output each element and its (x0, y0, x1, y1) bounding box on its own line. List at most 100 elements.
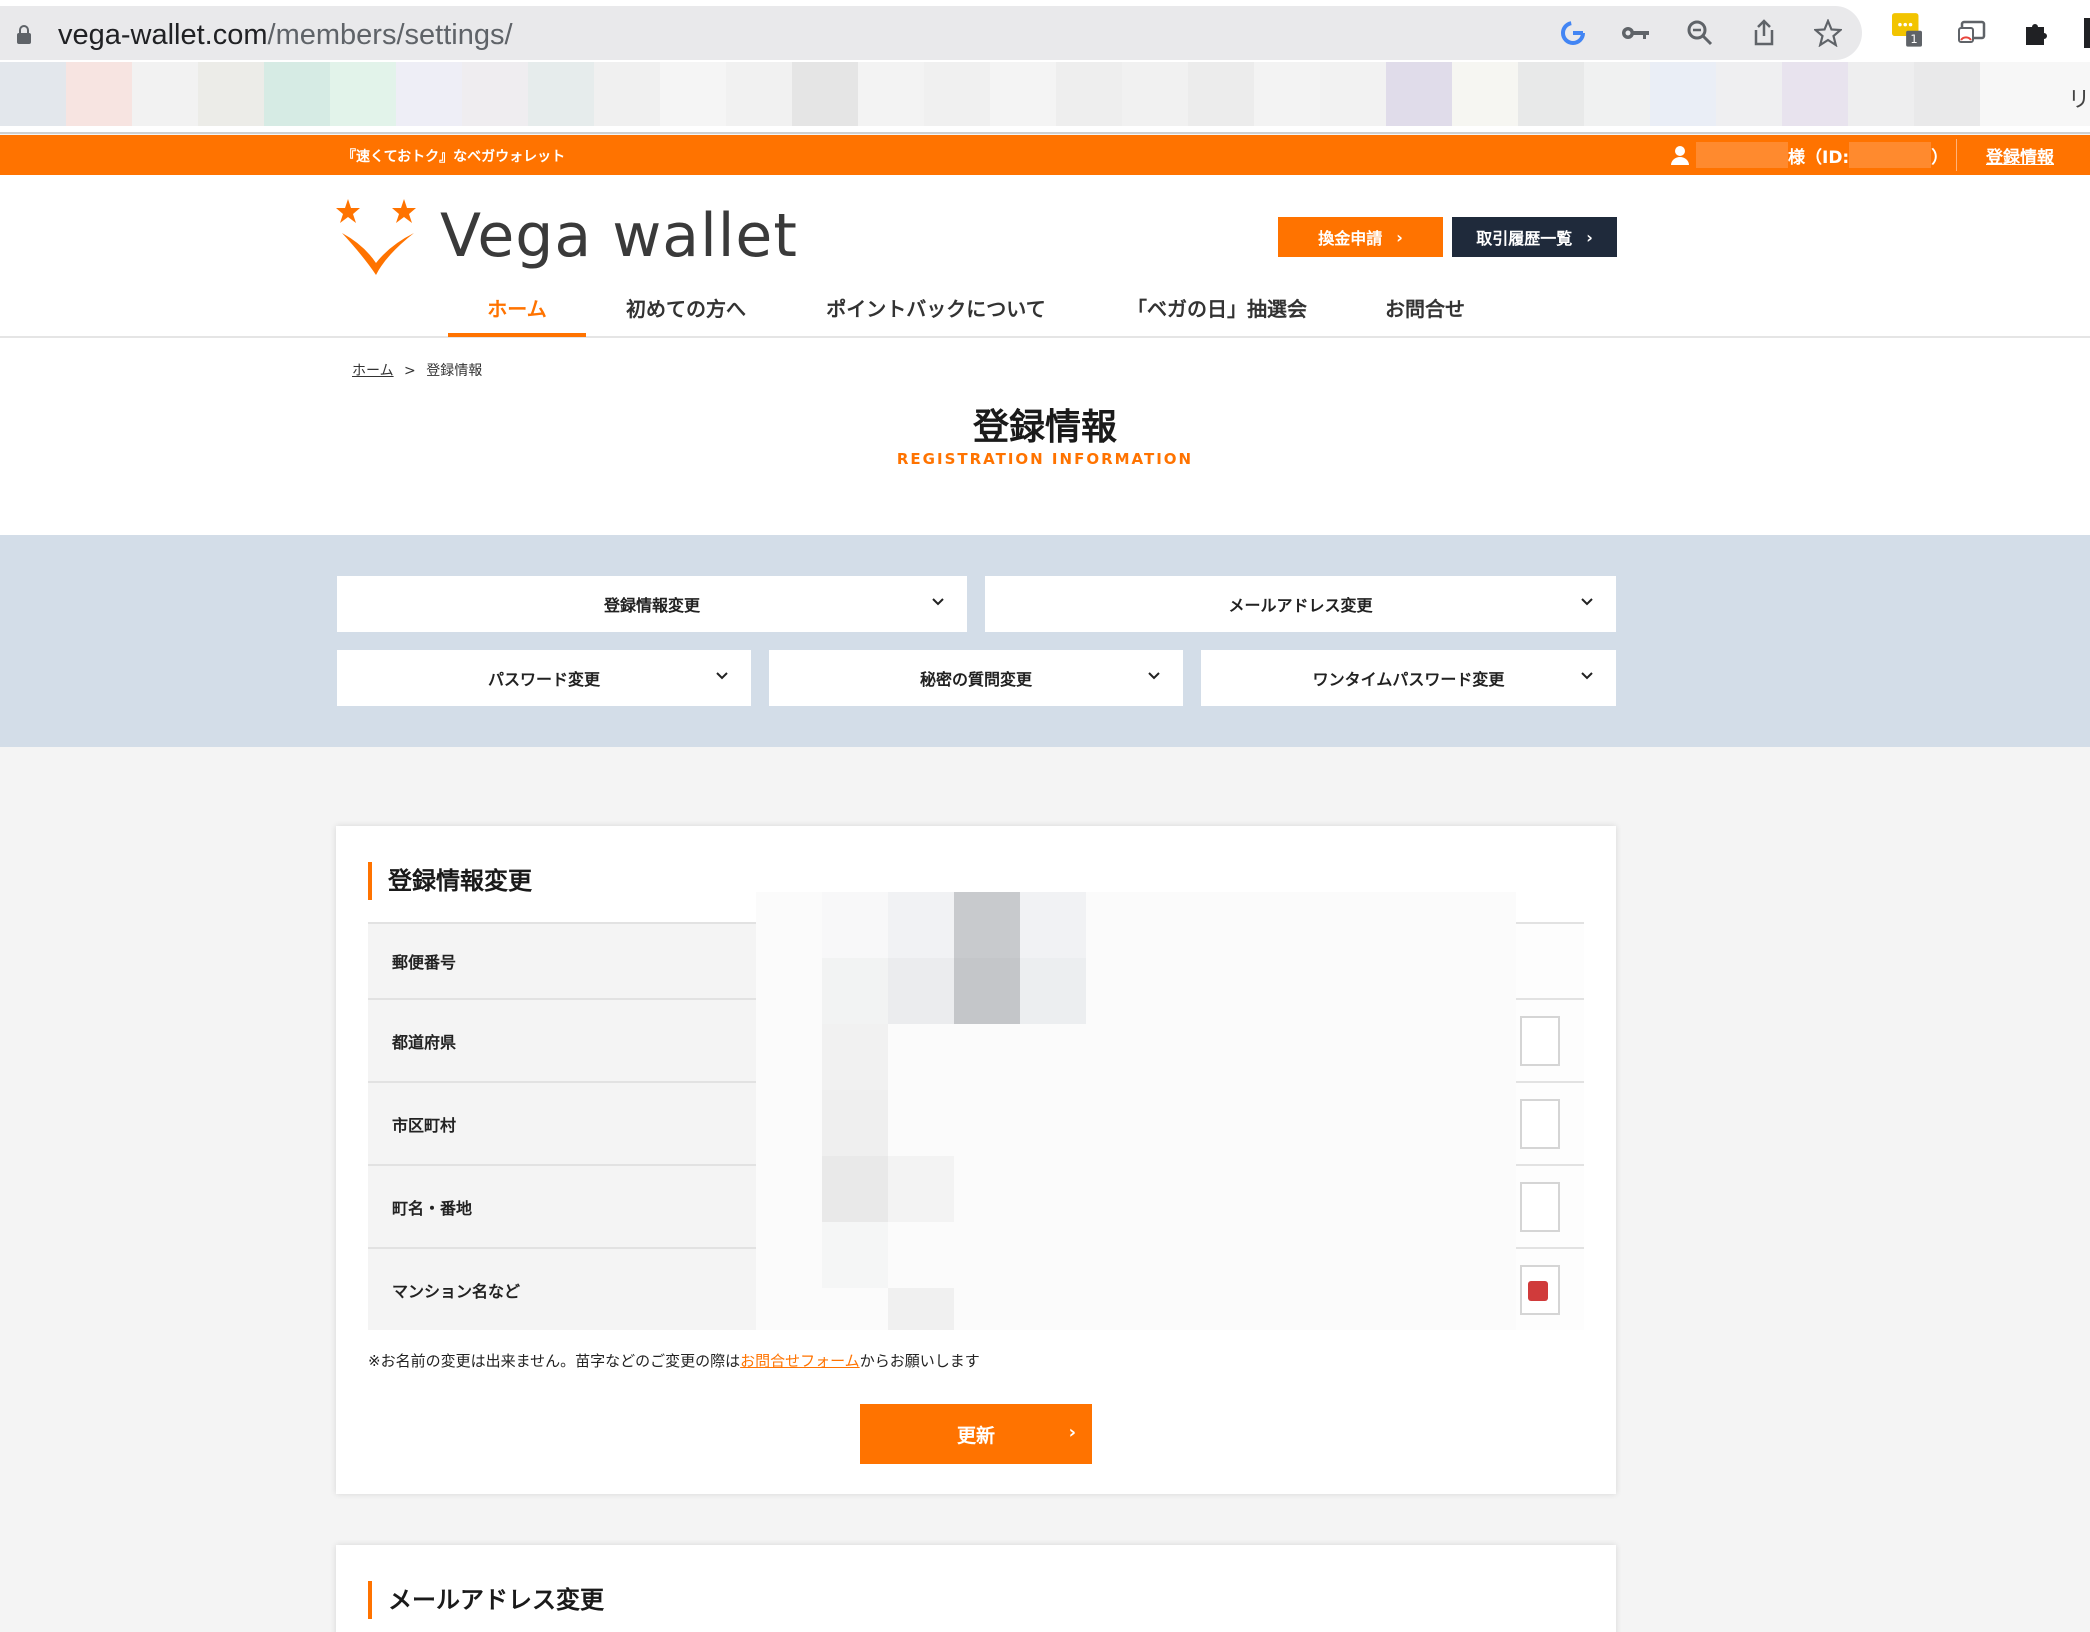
note-text-end: からお願いします (859, 1352, 980, 1370)
bookmark-item[interactable] (1782, 62, 1848, 126)
topbar-divider (1956, 139, 1957, 171)
password-manager-icon[interactable] (1528, 1281, 1548, 1301)
google-icon[interactable] (1558, 18, 1588, 48)
key-icon[interactable] (1621, 18, 1651, 48)
menu-secret-question-change[interactable]: 秘密の質問変更 (769, 650, 1183, 706)
bookmark-item[interactable] (1584, 62, 1650, 126)
redaction-block (822, 958, 888, 1024)
street-input[interactable] (1520, 1182, 1560, 1232)
bookmark-item[interactable] (1716, 62, 1782, 126)
extension-chromecast-icon[interactable] (1957, 18, 1987, 48)
building-input[interactable] (1520, 1265, 1560, 1315)
toolbar-divider (0, 126, 2090, 134)
nav-contact[interactable]: お問合せ (1374, 287, 1476, 337)
bookmark-item[interactable] (1122, 62, 1188, 126)
nav-pointback[interactable]: ポイントバックについて (818, 287, 1054, 337)
bookmark-item[interactable] (0, 62, 66, 126)
menu-label: 秘密の質問変更 (919, 670, 1032, 689)
bookmark-item[interactable] (858, 62, 924, 126)
user-info: 様（ID: ） (1670, 142, 1948, 168)
redaction-block (822, 1024, 888, 1090)
bookmark-item[interactable] (264, 62, 330, 126)
bookmark-item[interactable] (990, 62, 1056, 126)
bookmark-item[interactable] (1056, 62, 1122, 126)
extension-password-icon[interactable]: 1 (1892, 13, 1922, 47)
redacted-values (756, 892, 1516, 1330)
menu-label: ワンタイムパスワード変更 (1312, 670, 1505, 689)
bookmark-item[interactable] (132, 62, 198, 126)
redaction-block (888, 1156, 954, 1222)
bookmark-item[interactable] (792, 62, 858, 126)
nav-beginners[interactable]: 初めての方へ (620, 287, 752, 337)
breadcrumb-separator: > (404, 363, 416, 379)
bookmark-item[interactable] (1848, 62, 1914, 126)
redaction-block (888, 1288, 954, 1330)
menu-edge[interactable] (2084, 18, 2090, 48)
menu-onetime-password-change[interactable]: ワンタイムパスワード変更 (1201, 650, 1616, 706)
bookmark-item[interactable] (594, 62, 660, 126)
field-label: 郵便番号 (368, 924, 756, 998)
nav-home[interactable]: ホーム (448, 287, 586, 337)
bookmark-item[interactable] (462, 62, 528, 126)
bookmark-item[interactable] (1518, 62, 1584, 126)
update-button[interactable]: 更新 › (860, 1404, 1092, 1464)
bookmark-item[interactable] (660, 62, 726, 126)
exchange-request-button[interactable]: 換金申請 › (1278, 217, 1443, 257)
bookmark-item[interactable] (198, 62, 264, 126)
star-icon[interactable] (1813, 18, 1843, 48)
zoom-icon[interactable] (1685, 18, 1715, 48)
bookmark-item[interactable] (1980, 62, 2046, 126)
redaction-block (888, 892, 954, 958)
nav-vega-day-lottery[interactable]: 「ベガの日」抽選会 (1124, 287, 1310, 337)
transaction-history-button[interactable]: 取引履歴一覧 › (1452, 217, 1617, 257)
brand-name[interactable]: Vega wallet (440, 201, 798, 271)
chevron-down-icon (716, 672, 728, 680)
share-icon[interactable] (1749, 18, 1779, 48)
bookmark-item[interactable] (1452, 62, 1518, 126)
bookmark-item[interactable] (1914, 62, 1980, 126)
prefecture-input[interactable] (1520, 1016, 1560, 1066)
registration-info-link[interactable]: 登録情報 (1986, 143, 2054, 168)
redaction-block (822, 1222, 888, 1288)
bookmark-item[interactable] (330, 62, 396, 126)
breadcrumb-home[interactable]: ホーム (352, 363, 394, 379)
bookmark-item[interactable] (396, 62, 462, 126)
vega-logo-icon[interactable] (334, 197, 424, 279)
user-id-label: 様（ID: (1788, 147, 1850, 168)
breadcrumb: ホーム > 登録情報 (352, 360, 482, 380)
breadcrumb-current: 登録情報 (426, 363, 483, 379)
extensions-puzzle-icon[interactable] (2021, 18, 2051, 48)
bookmark-item[interactable] (1650, 62, 1716, 126)
page-title: 登録情報 (972, 407, 1117, 448)
city-input[interactable] (1520, 1099, 1560, 1149)
bookmark-item[interactable] (528, 62, 594, 126)
bookmark-item[interactable] (1254, 62, 1320, 126)
menu-password-change[interactable]: パスワード変更 (337, 650, 751, 706)
site-header: Vega wallet 換金申請 › 取引履歴一覧 › ホーム 初めての方へ ポ… (0, 175, 2090, 338)
address-form: 郵便番号 都道府県 市区町村 町名・番地 マンション名など (368, 892, 1584, 1330)
card-title: 登録情報変更 (368, 862, 532, 900)
bookmark-item[interactable] (924, 62, 990, 126)
bookmark-item[interactable] (1320, 62, 1386, 126)
menu-registration-change[interactable]: 登録情報変更 (337, 576, 967, 632)
contact-form-link[interactable]: お問合せフォーム (740, 1352, 860, 1370)
redaction-block (954, 892, 1020, 958)
registration-change-card: 登録情報変更 郵便番号 都道府県 市区町村 町名・番地 マンション名など ※お名… (336, 826, 1616, 1494)
bookmark-item[interactable] (1386, 62, 1452, 126)
bookmark-item[interactable] (1188, 62, 1254, 126)
bookmark-item[interactable] (66, 62, 132, 126)
site-tagline: 『速くておトク』なベガウォレット (342, 149, 566, 165)
name-change-note: ※お名前の変更は出来ません。苗字などのご変更の際はお問合せフォームからお願いしま… (368, 1350, 980, 1371)
page-subtitle: REGISTRATION INFORMATION (896, 450, 1194, 468)
menu-label: 登録情報変更 (603, 596, 700, 615)
menu-label: メールアドレス変更 (1228, 596, 1373, 615)
chevron-right-icon: › (1586, 227, 1593, 247)
menu-email-change[interactable]: メールアドレス変更 (985, 576, 1616, 632)
field-label: 町名・番地 (368, 1166, 756, 1247)
bookmarks-bar (0, 62, 2090, 126)
url-text[interactable]: vega-wallet.com/members/settings/ (58, 19, 513, 52)
chevron-down-icon (1148, 672, 1160, 680)
chevron-down-icon (932, 598, 944, 606)
bookmark-item[interactable] (726, 62, 792, 126)
chevron-down-icon (1581, 672, 1593, 680)
